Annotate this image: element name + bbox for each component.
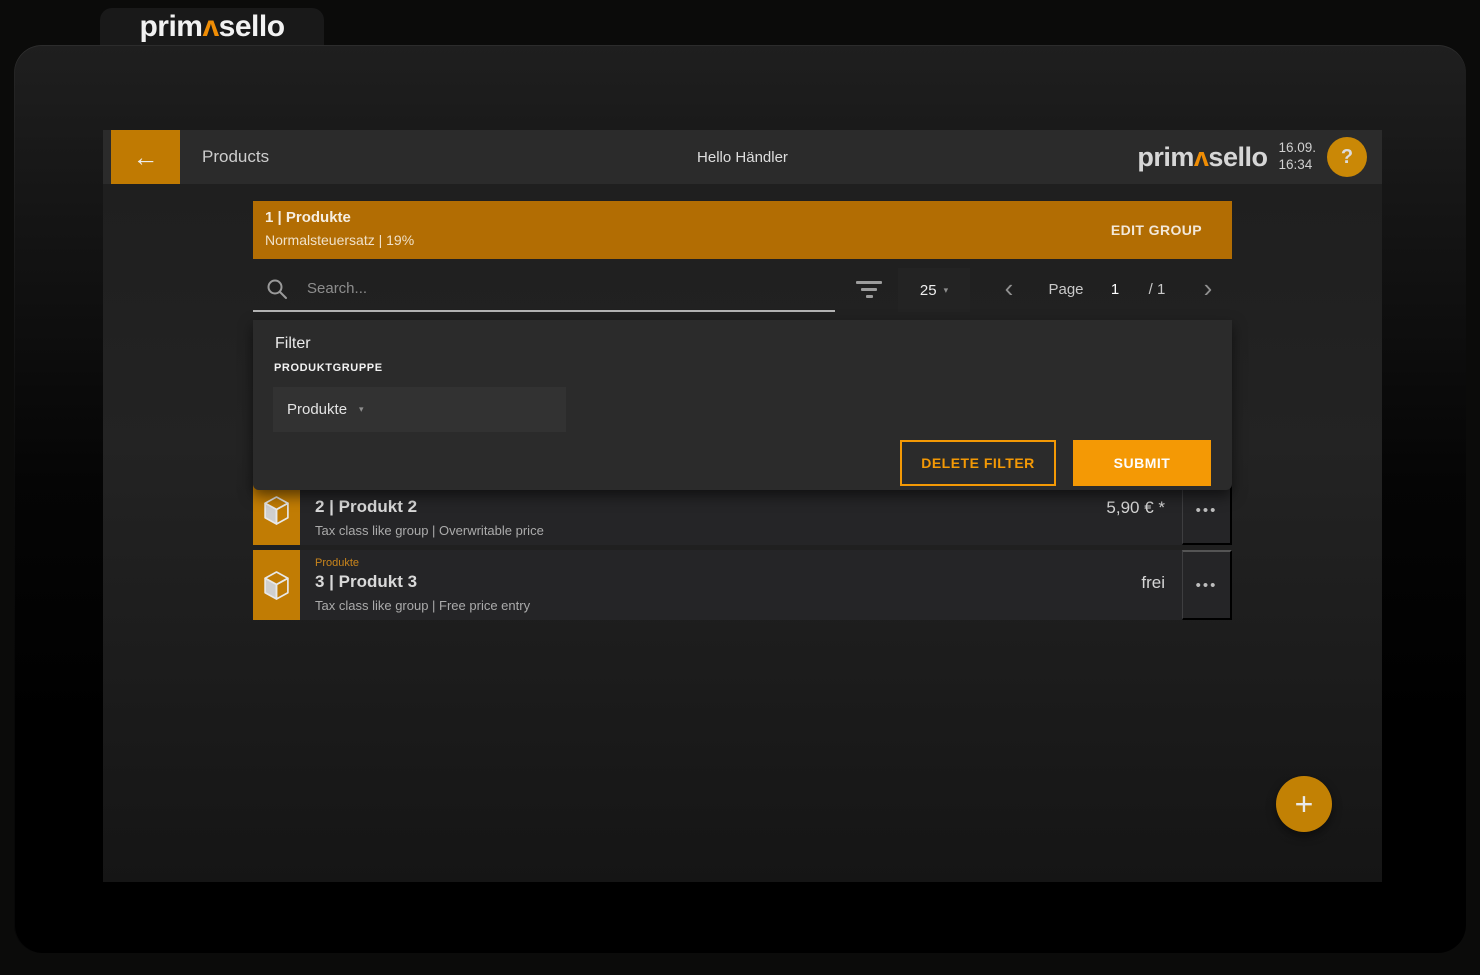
filter-panel-title: Filter: [275, 335, 311, 353]
brand-logo: primʌsello: [139, 10, 284, 44]
add-product-button[interactable]: +: [1276, 776, 1332, 832]
product-title: 2 | Produkt 2: [315, 497, 417, 517]
header-brand-logo: primʌsello: [1137, 142, 1267, 173]
page-title: Products: [202, 130, 269, 184]
header-bar: ← Products Hello Händler primʌsello 16.0…: [103, 130, 1382, 184]
date-text: 16.09.: [1278, 140, 1316, 157]
product-stripe: [253, 550, 300, 620]
app-window: ← Products Hello Händler primʌsello 16.0…: [14, 45, 1466, 953]
search-field: [253, 267, 835, 312]
product-subtitle: Tax class like group | Free price entry: [315, 598, 530, 613]
group-banner: 1 | Produkte Normalsteuersatz | 19% EDIT…: [253, 201, 1232, 259]
pagination-total: / 1: [1149, 267, 1166, 312]
product-subtitle: Tax class like group | Overwritable pric…: [315, 523, 544, 538]
filter-panel: Filter PRODUKTGRUPPE Produkte ▾ DELETE F…: [253, 320, 1232, 490]
pagination-current: 1: [1111, 267, 1119, 312]
product-cube-icon: [263, 571, 290, 600]
filter-icon[interactable]: [855, 281, 883, 299]
back-arrow-icon: ←: [133, 144, 159, 170]
product-group-label: Produkte: [315, 557, 359, 569]
help-button[interactable]: ?: [1327, 137, 1367, 177]
more-options-icon: •••: [1196, 577, 1218, 594]
header-right-group: primʌsello 16.09. 16:34 ?: [1137, 130, 1367, 184]
brand-accent-glyph: ʌ: [202, 10, 218, 43]
plus-icon: +: [1295, 786, 1314, 822]
submit-button[interactable]: SUBMIT: [1073, 440, 1211, 486]
group-title: 1 | Produkte: [265, 209, 351, 226]
product-price: 5,90 € *: [1106, 498, 1165, 518]
brand-accent-glyph: ʌ: [1194, 142, 1209, 172]
product-row[interactable]: Produkte 3 | Produkt 3 Tax class like gr…: [253, 550, 1232, 620]
datetime-display: 16.09. 16:34: [1278, 140, 1316, 174]
caret-down-icon: ▾: [944, 285, 949, 296]
row-menu-button[interactable]: •••: [1182, 550, 1232, 620]
time-text: 16:34: [1278, 157, 1316, 174]
product-cube-icon: [263, 496, 290, 525]
product-group-dropdown-value: Produkte: [287, 401, 347, 418]
next-page-button[interactable]: ›: [1204, 267, 1213, 312]
search-icon: [266, 278, 289, 301]
edit-group-button[interactable]: EDIT GROUP: [1111, 201, 1202, 259]
back-button[interactable]: ←: [111, 130, 180, 184]
page-size-select[interactable]: 25 ▾: [898, 268, 970, 312]
product-title: 3 | Produkt 3: [315, 572, 417, 592]
app-screen: ← Products Hello Händler primʌsello 16.0…: [103, 130, 1382, 882]
group-subtitle: Normalsteuersatz | 19%: [265, 232, 414, 248]
product-group-field-label: PRODUKTGRUPPE: [274, 362, 383, 374]
product-group-dropdown[interactable]: Produkte ▾: [273, 387, 566, 432]
prev-page-button[interactable]: ‹: [1005, 267, 1014, 312]
product-price: frei: [1141, 573, 1165, 593]
delete-filter-button[interactable]: DELETE FILTER: [900, 440, 1056, 486]
search-input[interactable]: [253, 267, 835, 310]
page-size-value: 25: [920, 282, 937, 299]
pagination-label: Page: [1048, 267, 1083, 312]
more-options-icon: •••: [1196, 502, 1218, 519]
caret-down-icon: ▾: [359, 404, 364, 415]
browser-tab: primʌsello: [100, 8, 324, 46]
